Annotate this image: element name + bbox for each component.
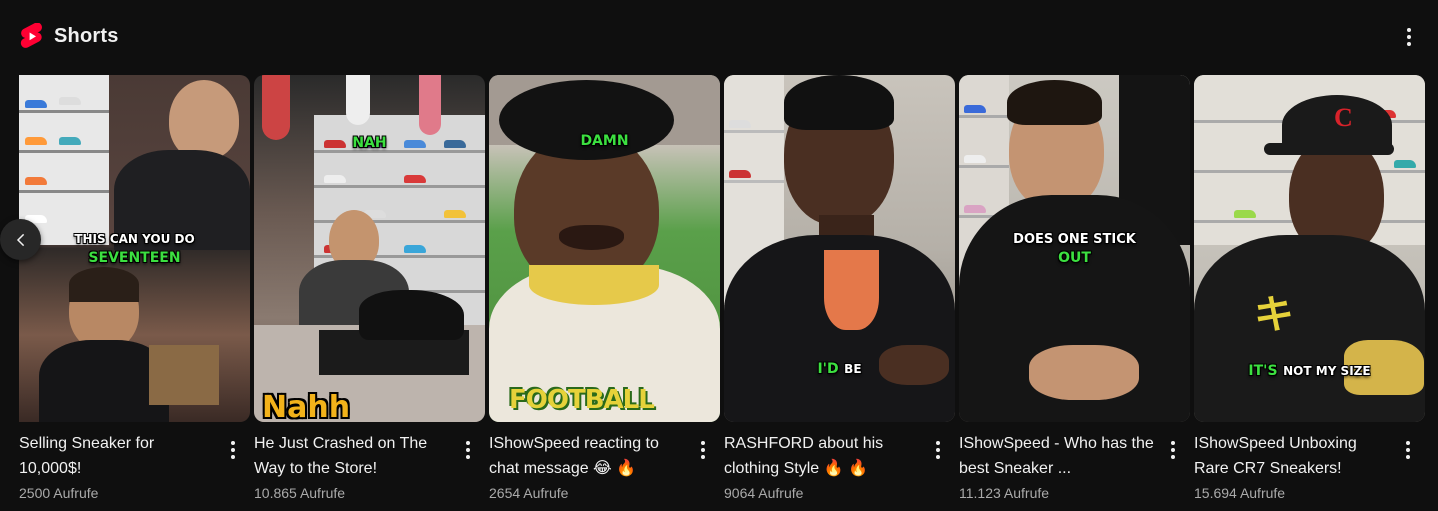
short-title[interactable]: Selling Sneaker for 10,000$! <box>19 431 220 481</box>
short-title[interactable]: IShowSpeed Unboxing Rare CR7 Sneakers! <box>1194 431 1395 481</box>
short-info: He Just Crashed on The Way to the Store!… <box>254 422 485 503</box>
short-thumbnail[interactable]: I'D BE <box>724 75 955 422</box>
thumbnail-caption: FOOTBALL <box>509 385 655 415</box>
view-count: 2654 Aufrufe <box>489 485 569 501</box>
thumbnail-caption: IT'S <box>1248 363 1278 379</box>
view-count: 11.123 Aufrufe <box>959 485 1050 501</box>
short-title[interactable]: IShowSpeed - Who has the best Sneaker ..… <box>959 431 1160 481</box>
short-thumbnail[interactable]: DOES ONE STICK OUT <box>959 75 1190 422</box>
short-thumbnail[interactable]: C キ IT'S NOT MY SIZE <box>1194 75 1425 422</box>
short-card[interactable]: NAH Nahh He Just Crashed on The Way to t… <box>254 75 485 503</box>
more-vert-icon[interactable] <box>1398 24 1420 50</box>
short-card[interactable]: C キ IT'S NOT MY SIZE IShowSpeed Unboxing… <box>1194 75 1425 503</box>
view-count: 2500 Aufrufe <box>19 485 99 501</box>
more-vert-icon[interactable] <box>1401 440 1415 460</box>
thumbnail-caption: BE <box>844 362 862 376</box>
thumbnail-caption: OUT <box>1058 250 1091 266</box>
shelf-title: Shorts <box>54 24 119 47</box>
more-vert-icon[interactable] <box>696 440 710 460</box>
short-title[interactable]: RASHFORD about his clothing Style 🔥 🔥 <box>724 431 925 481</box>
short-info: RASHFORD about his clothing Style 🔥 🔥 90… <box>724 422 955 503</box>
view-count: 9064 Aufrufe <box>724 485 804 501</box>
more-vert-icon[interactable] <box>461 440 475 460</box>
thumbnail-caption: SEVENTEEN <box>88 250 181 266</box>
shorts-shelf: Shorts THIS CAN YOU DO SEVENTEEN Selling… <box>0 0 1438 511</box>
previous-button[interactable] <box>0 219 41 260</box>
short-title[interactable]: IShowSpeed reacting to chat message 😂 🔥 <box>489 431 690 481</box>
thumbnail-caption-group: IT'S NOT MY SIZE <box>1194 361 1425 379</box>
thumbnail-caption: DOES ONE STICK <box>1013 232 1136 247</box>
short-info: Selling Sneaker for 10,000$! 2500 Aufruf… <box>19 422 250 503</box>
thumbnail-caption: THIS CAN YOU DO <box>74 232 195 246</box>
shelf-header: Shorts <box>20 22 119 50</box>
short-thumbnail[interactable]: FOOTBALL DAMN <box>489 75 720 422</box>
short-thumbnail[interactable]: NAH Nahh <box>254 75 485 422</box>
short-title[interactable]: He Just Crashed on The Way to the Store! <box>254 431 455 481</box>
thumbnail-caption-group: I'D BE <box>724 359 955 377</box>
view-count: 10.865 Aufrufe <box>254 485 346 501</box>
short-thumbnail[interactable]: THIS CAN YOU DO SEVENTEEN <box>19 75 250 422</box>
thumbnail-caption: DAMN <box>580 133 629 149</box>
thumbnail-caption: NAH <box>352 135 387 151</box>
chevron-left-icon <box>16 233 24 246</box>
short-card[interactable]: I'D BE RASHFORD about his clothing Style… <box>724 75 955 503</box>
more-vert-icon[interactable] <box>226 440 240 460</box>
shorts-list: THIS CAN YOU DO SEVENTEEN Selling Sneake… <box>19 75 1425 503</box>
short-info: IShowSpeed Unboxing Rare CR7 Sneakers! 1… <box>1194 422 1425 503</box>
short-card[interactable]: THIS CAN YOU DO SEVENTEEN Selling Sneake… <box>19 75 250 503</box>
view-count: 15.694 Aufrufe <box>1194 485 1286 501</box>
thumbnail-caption: NOT MY SIZE <box>1283 364 1371 378</box>
short-info: IShowSpeed reacting to chat message 😂 🔥 … <box>489 422 720 503</box>
short-card[interactable]: FOOTBALL DAMN IShowSpeed reacting to cha… <box>489 75 720 503</box>
short-info: IShowSpeed - Who has the best Sneaker ..… <box>959 422 1190 503</box>
thumbnail-caption: Nahh <box>262 390 351 423</box>
short-card[interactable]: DOES ONE STICK OUT IShowSpeed - Who has … <box>959 75 1190 503</box>
more-vert-icon[interactable] <box>1166 440 1180 460</box>
thumbnail-caption: I'D <box>817 361 839 377</box>
more-vert-icon[interactable] <box>931 440 945 460</box>
youtube-shorts-icon <box>20 23 42 48</box>
